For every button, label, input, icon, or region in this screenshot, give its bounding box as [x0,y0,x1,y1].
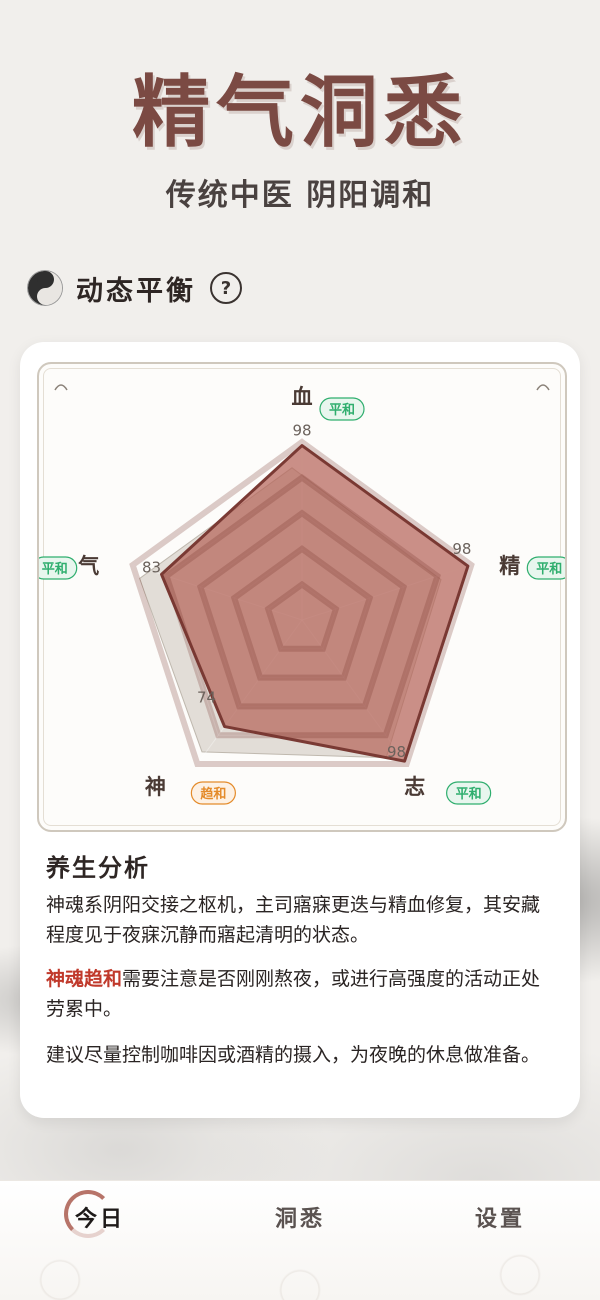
frame-corner-ornament [54,384,68,391]
balance-card: 血 98 平和精 98 平和志 98 平和神 74 趋和气 83 平和 养生分析 神魂系阴阳交接之枢… [20,342,580,1118]
app-title: 精气洞悉 [131,67,468,158]
radar-chart: 血98平和精98平和志98平和神74趋和气 83平和 [39,384,565,805]
bottom-tab-bar: 今日 洞悉 设置 [0,1180,600,1300]
frame-corner-ornament [536,384,550,391]
radar-value-label: 98 [292,422,311,440]
radar-value-label: 83 [142,558,161,576]
analysis-paragraph-1: 神魂系阴阳交接之枢机，主司寤寐更迭与精血修复，其安藏程度见于夜寐沉静而寤起清明的… [46,894,541,946]
radar-axis-label: 精 [499,553,520,578]
radar-value-label: 98 [387,743,406,761]
section-header: 动态平衡 ? [28,266,242,310]
section-title: 动态平衡 [76,275,196,307]
status-badge-text: 趋和 [200,786,226,802]
analysis-highlight: 神魂趋和 [46,968,123,990]
status-badge-text: 平和 [456,786,482,802]
analysis-paragraph-3: 建议尽量控制咖啡因或酒精的摄入，为夜晚的休息做准备。 [46,1044,541,1066]
analysis-title: 养生分析 [46,853,150,882]
status-badge-text: 平和 [329,402,355,418]
radar-axis-label: 志 [404,774,425,799]
question-circle-icon[interactable]: ? [210,272,242,304]
analysis-paragraph-2: 神魂趋和需要注意是否刚刚熬夜，或进行高强度的活动正处劳累中。 [46,964,558,1024]
radar-value-label: 74 [197,689,216,707]
status-badge-text: 平和 [536,561,562,577]
tab-settings[interactable]: 设置 [400,1201,600,1233]
status-badge-text: 平和 [42,561,68,577]
radar-axis-label: 血 [292,384,313,409]
cloud-pattern [0,1240,600,1300]
radar-chart-frame: 血 98 平和精 98 平和志 98 平和神 74 趋和气 83 平和 [37,362,567,832]
radar-value-label: 98 [452,540,471,558]
tab-insight[interactable]: 洞悉 [200,1201,400,1233]
radar-axis-label: 气 [77,553,99,578]
yinyang-icon [28,271,62,305]
radar-axis-label: 神 [145,774,166,799]
app-subtitle: 传统中医 阴阳调和 [165,178,435,213]
tab-today[interactable]: 今日 [0,1201,200,1233]
